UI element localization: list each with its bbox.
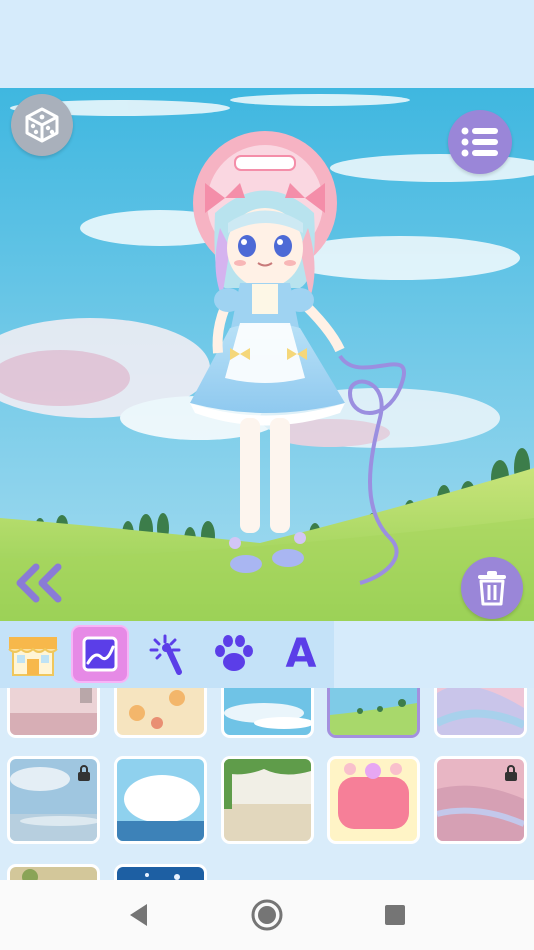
tab-text[interactable]: A bbox=[272, 625, 330, 683]
background-item[interactable] bbox=[114, 756, 207, 844]
paw-icon bbox=[215, 635, 253, 671]
shop-icon bbox=[8, 637, 58, 676]
tab-background[interactable] bbox=[71, 625, 129, 683]
background-item[interactable] bbox=[7, 688, 100, 738]
menu-button[interactable] bbox=[448, 110, 512, 174]
background-item[interactable] bbox=[434, 688, 527, 738]
delete-button[interactable] bbox=[461, 557, 523, 619]
stage-background-green-hills bbox=[0, 88, 534, 621]
background-item[interactable] bbox=[221, 756, 314, 844]
background-item[interactable] bbox=[327, 688, 420, 738]
background-item[interactable] bbox=[221, 688, 314, 738]
recents-square-icon[interactable] bbox=[384, 904, 406, 926]
collapse-button[interactable] bbox=[14, 563, 70, 603]
magic-wand-icon bbox=[149, 634, 182, 675]
tab-effects[interactable] bbox=[138, 625, 196, 683]
list-icon bbox=[461, 127, 498, 157]
image-frame-icon bbox=[82, 636, 118, 672]
trash-icon bbox=[478, 571, 506, 606]
dice-icon bbox=[25, 107, 59, 143]
background-item[interactable] bbox=[434, 756, 527, 844]
background-grid bbox=[0, 688, 534, 880]
double-chevron-left-icon bbox=[16, 563, 62, 603]
background-item[interactable] bbox=[114, 688, 207, 738]
category-tabs: A bbox=[0, 621, 534, 688]
random-outfit-button[interactable] bbox=[11, 94, 73, 156]
background-item[interactable] bbox=[7, 864, 100, 880]
dressup-stage bbox=[0, 88, 534, 621]
letter-a-icon: A bbox=[285, 631, 317, 677]
tab-pets[interactable] bbox=[205, 625, 263, 683]
lock-icon bbox=[78, 765, 90, 781]
background-item[interactable] bbox=[114, 864, 207, 880]
home-circle-icon[interactable] bbox=[250, 898, 284, 932]
system-navigation-bar bbox=[0, 880, 534, 950]
background-item[interactable] bbox=[327, 756, 420, 844]
tab-shop[interactable] bbox=[4, 625, 62, 683]
top-bar bbox=[0, 0, 534, 88]
back-triangle-icon[interactable] bbox=[127, 902, 149, 928]
lock-icon bbox=[505, 765, 517, 781]
background-item[interactable] bbox=[7, 756, 100, 844]
